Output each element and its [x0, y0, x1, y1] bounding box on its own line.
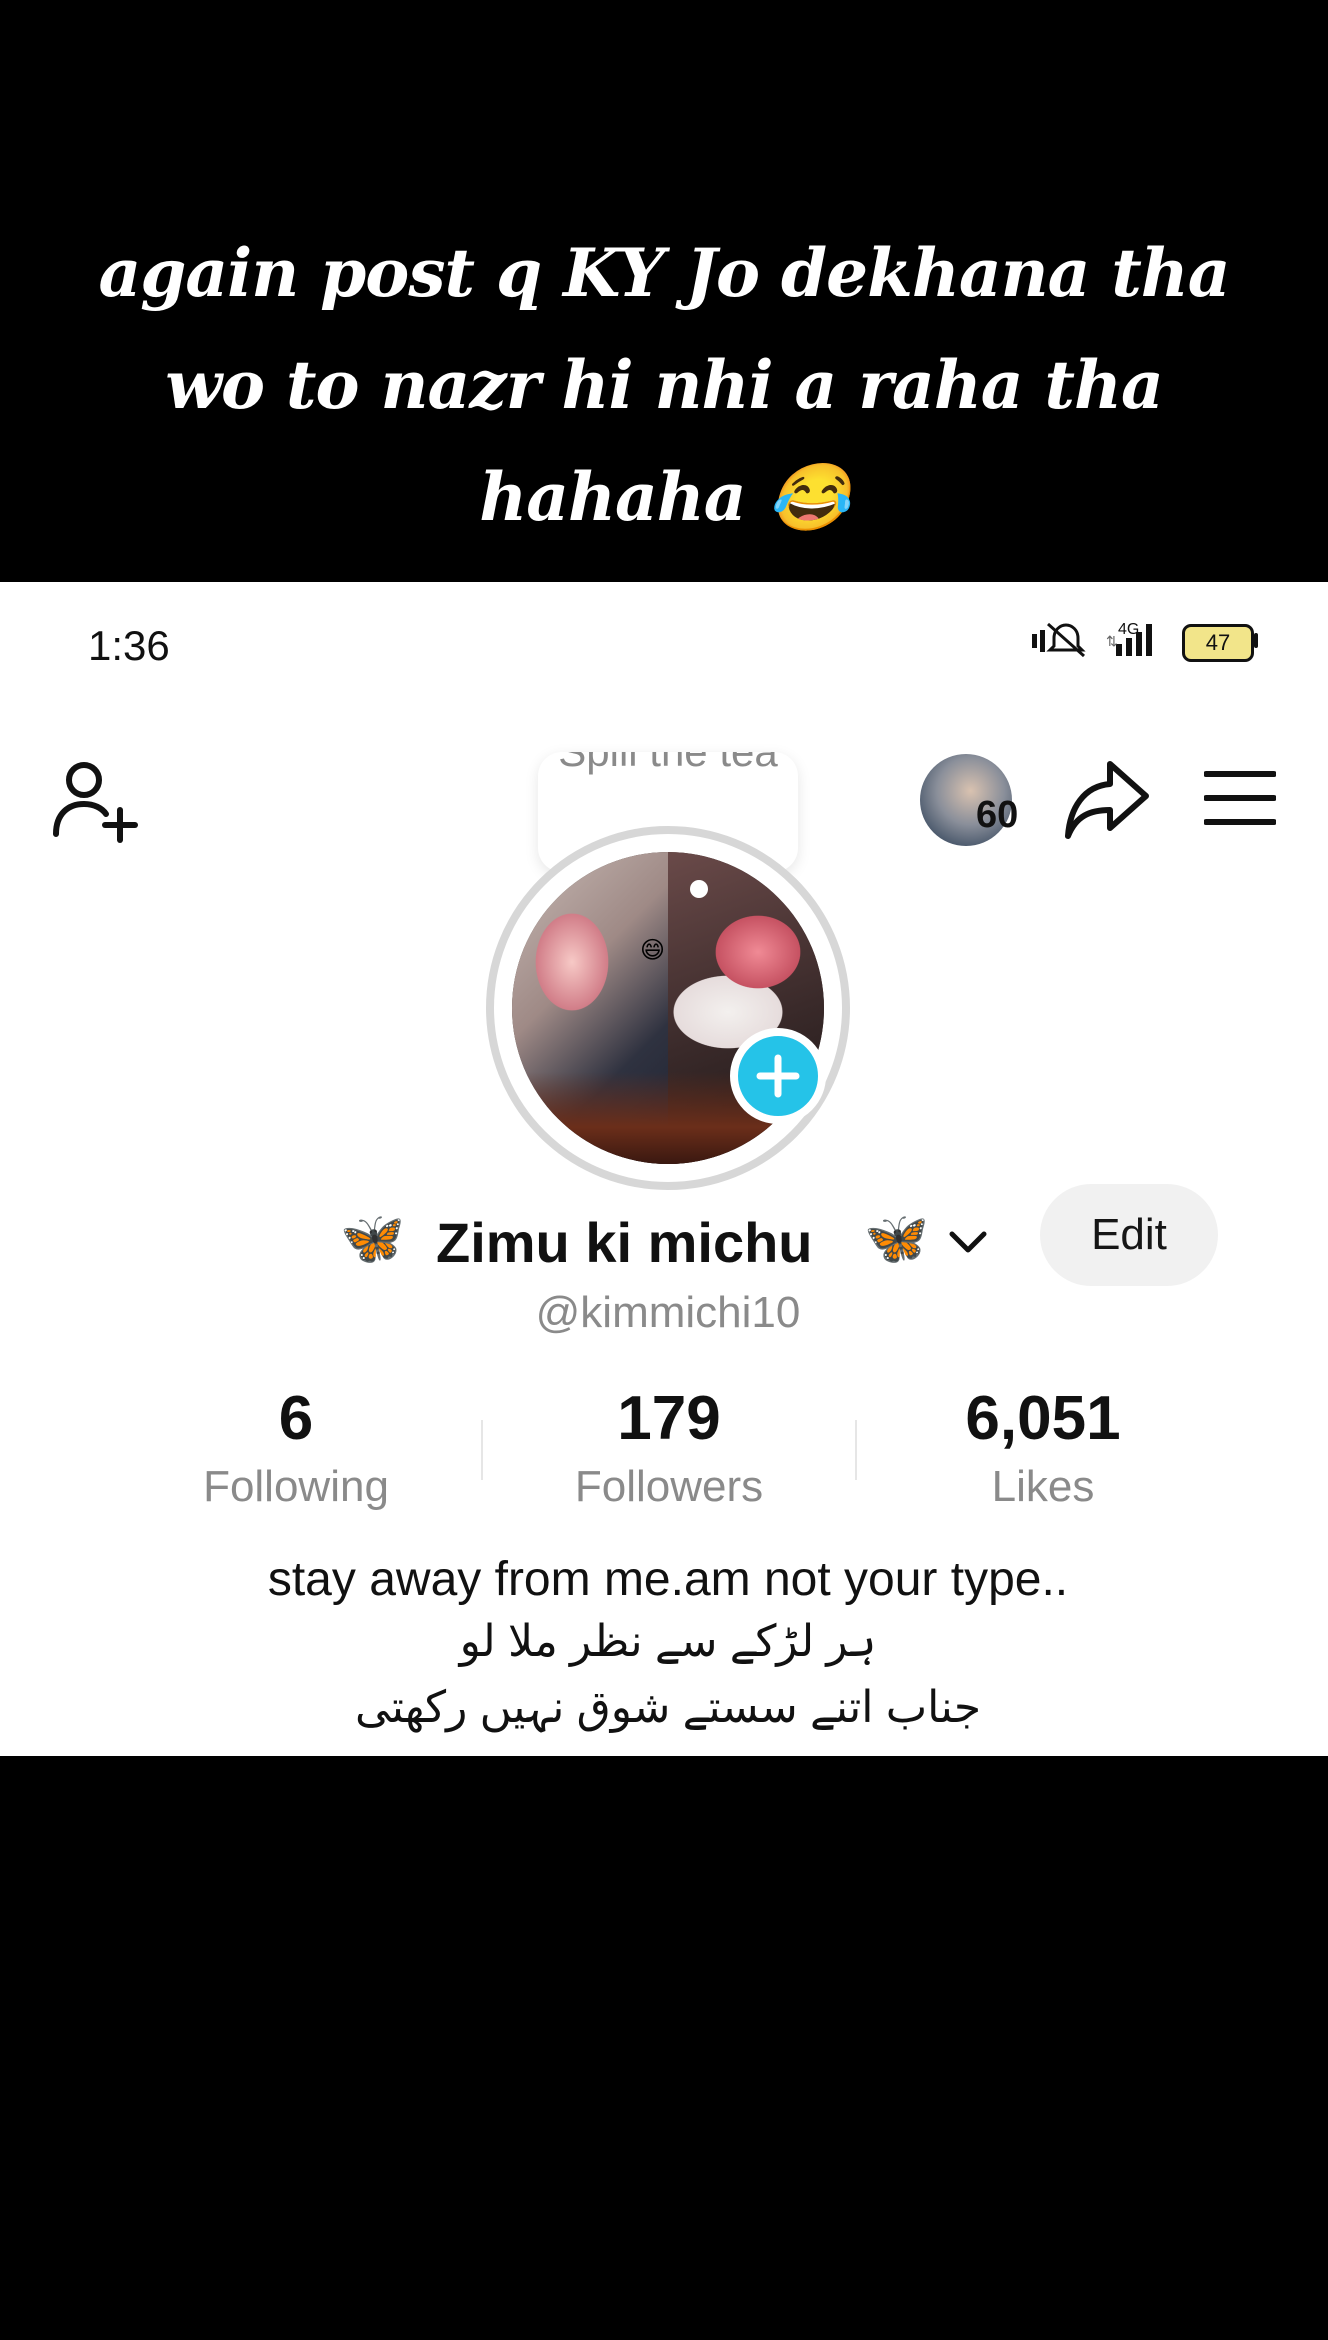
stat-following[interactable]: 6 Following: [146, 1388, 446, 1512]
display-name: Zimu ki michu: [436, 1211, 813, 1274]
plus-icon: [756, 1054, 800, 1098]
stat-value: 6: [278, 1384, 314, 1453]
avatar-photo-emoji: 😄: [640, 937, 666, 964]
stat-label: Followers: [574, 1462, 764, 1511]
bio-line-3: جناب اتنے سستے شوق نہیں رکھتی: [354, 1683, 982, 1732]
svg-text:⇅: ⇅: [1106, 633, 1118, 649]
stat-value: 6,051: [965, 1384, 1121, 1453]
video-caption-overlay: again post q KY Jo dekhana tha wo to naz…: [0, 0, 1328, 582]
friend-count: 60: [976, 794, 1019, 836]
caption-line-3: hahaha 😂: [479, 458, 849, 536]
caption-line-2: wo to nazr hi nhi a raha tha: [165, 346, 1164, 424]
edit-profile-button[interactable]: Edit: [1040, 1184, 1218, 1286]
butterfly-emoji-left: 🦋: [340, 1210, 405, 1268]
battery-level: 47: [1182, 624, 1254, 662]
add-user-icon[interactable]: [50, 754, 142, 846]
status-time: 1:36: [88, 622, 170, 669]
chevron-down-icon[interactable]: [948, 1226, 988, 1258]
add-story-button[interactable]: [730, 1028, 826, 1124]
share-icon[interactable]: [1062, 756, 1152, 846]
stat-divider: [481, 1420, 483, 1480]
stat-label: Likes: [991, 1462, 1095, 1511]
butterfly-emoji-right: 🦋: [864, 1210, 929, 1268]
stat-followers[interactable]: 179 Followers: [519, 1388, 819, 1512]
battery-tip: [1254, 633, 1258, 648]
caption-line-1: again post q KY Jo dekhana tha: [98, 234, 1230, 312]
bio-line-2: ہر لڑکے سے نظر ملا لو: [459, 1617, 877, 1666]
status-icons: 4G ⇅ 47: [1010, 616, 1270, 676]
username: @kimmichi10: [535, 1288, 801, 1337]
stat-likes[interactable]: 6,051 Likes: [893, 1388, 1193, 1512]
menu-icon[interactable]: [1204, 768, 1276, 828]
display-name-row[interactable]: 🦋 Zimu ki michu 🦋: [340, 1204, 1020, 1280]
mute-vibrate-icon: 4G ⇅: [1032, 621, 1152, 658]
stat-divider: [855, 1420, 857, 1480]
stat-value: 179: [617, 1384, 721, 1453]
bio-line-1: stay away from me.am not your type..: [267, 1553, 1069, 1606]
stat-label: Following: [203, 1462, 389, 1511]
profile-screen: 1:36 4G ⇅ 47 Spill the tea 60: [0, 582, 1328, 1756]
note-bubble-text: Spill the tea: [538, 752, 798, 776]
